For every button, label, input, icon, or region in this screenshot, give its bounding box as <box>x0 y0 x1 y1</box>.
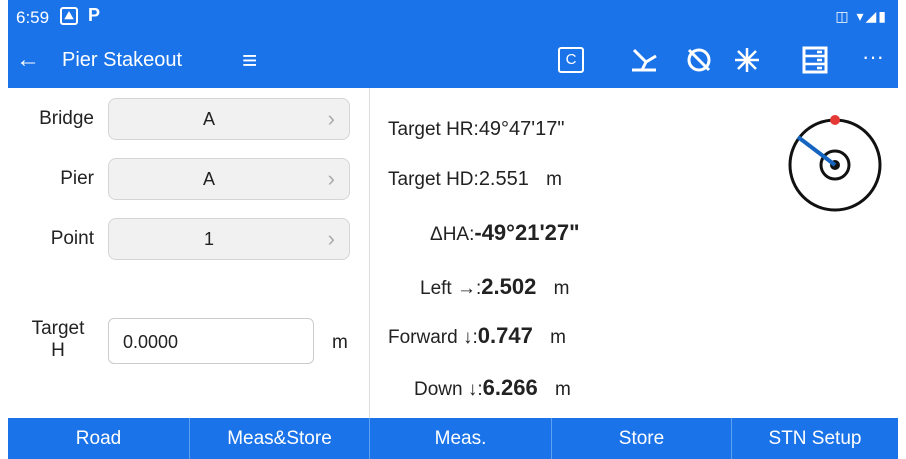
pier-value: A <box>202 169 215 189</box>
target-h-unit: m <box>332 332 348 353</box>
storage-icon[interactable] <box>802 46 828 80</box>
more-icon[interactable]: ··· <box>862 44 884 70</box>
target-h-input[interactable] <box>121 331 305 354</box>
left-row: Left →:2.502 m <box>420 274 569 300</box>
target-hr-row: Target HR:49°47'17" <box>388 118 564 141</box>
point-value: 1 <box>203 229 214 249</box>
delta-ha-row: ΔHA:-49°21'27" <box>430 220 580 246</box>
meas-button[interactable]: Meas. <box>370 418 552 459</box>
c-button[interactable]: C <box>558 47 584 73</box>
laser-icon[interactable] <box>732 46 762 80</box>
chevron-right-icon: › <box>327 226 335 251</box>
delta-ha-label: ΔHA: <box>430 224 475 245</box>
target-h-field[interactable] <box>108 318 314 364</box>
parking-icon: P <box>88 5 101 25</box>
meas-store-button[interactable]: Meas&Store <box>190 418 370 459</box>
forward-value: 0.747 <box>477 323 533 348</box>
app-bar: ← Pier Stakeout ≡ C ··· <box>8 34 898 88</box>
forward-label: Forward ↓: <box>388 327 478 348</box>
gallery-icon: ⛰ <box>60 7 78 25</box>
signal-battery-icons: ◫ ▾◢▮ <box>835 8 888 24</box>
target-h-label-line1: Target <box>31 318 85 339</box>
menu-icon[interactable]: ≡ <box>242 45 257 76</box>
results-panel: Target HR:49°47'17" Target HD:2.551 m ΔH… <box>370 88 898 418</box>
target-hr-value: 49°47'17" <box>478 118 565 140</box>
bridge-value: A <box>202 109 215 129</box>
status-bar: 6:59 ⛰ P ◫ ▾◢▮ <box>8 0 898 34</box>
down-row: Down ↓:6.266 m <box>414 375 571 401</box>
target-hd-row: Target HD:2.551 m <box>388 168 562 191</box>
pier-select[interactable]: A › <box>108 158 350 200</box>
bottom-action-bar: Road Meas&Store Meas. Store STN Setup <box>8 418 898 459</box>
point-select[interactable]: 1 › <box>108 218 350 260</box>
page-title: Pier Stakeout <box>62 49 183 71</box>
prism-icon[interactable] <box>684 46 714 80</box>
left-value: 2.502 <box>481 274 537 299</box>
stn-setup-button[interactable]: STN Setup <box>732 418 898 459</box>
bridge-select[interactable]: A › <box>108 98 350 140</box>
delta-ha-value: -49°21'27" <box>474 220 580 245</box>
target-h-label: Target H <box>28 318 88 362</box>
target-hr-label: Target HR: <box>388 119 479 140</box>
pier-label: Pier <box>60 168 94 189</box>
status-time: 6:59 <box>16 8 50 27</box>
target-hd-label: Target HD: <box>388 169 479 190</box>
bridge-label: Bridge <box>39 108 94 129</box>
target-hd-value: 2.551 <box>478 168 529 190</box>
input-panel: Bridge A › Pier A › Point 1 › Target H m <box>8 88 370 418</box>
target-hd-unit: m <box>546 169 562 190</box>
down-unit: m <box>554 379 571 400</box>
road-button[interactable]: Road <box>8 418 190 459</box>
back-arrow-icon[interactable]: ← <box>16 46 40 74</box>
point-label: Point <box>50 228 94 249</box>
store-button[interactable]: Store <box>552 418 732 459</box>
left-unit: m <box>553 278 570 299</box>
left-label: Left →: <box>420 278 482 299</box>
target-h-label-line2: H <box>51 340 65 361</box>
forward-unit: m <box>550 327 566 348</box>
chevron-right-icon: › <box>327 106 335 131</box>
bridge-row: Bridge A › <box>8 96 370 146</box>
instrument-icon[interactable] <box>628 46 660 80</box>
forward-row: Forward ↓:0.747 m <box>388 323 566 349</box>
down-label: Down ↓: <box>414 379 483 400</box>
point-row: Point 1 › <box>8 216 370 266</box>
compass-icon <box>788 115 882 212</box>
chevron-right-icon: › <box>327 166 335 191</box>
pier-row: Pier A › <box>8 156 370 206</box>
down-value: 6.266 <box>482 375 538 400</box>
